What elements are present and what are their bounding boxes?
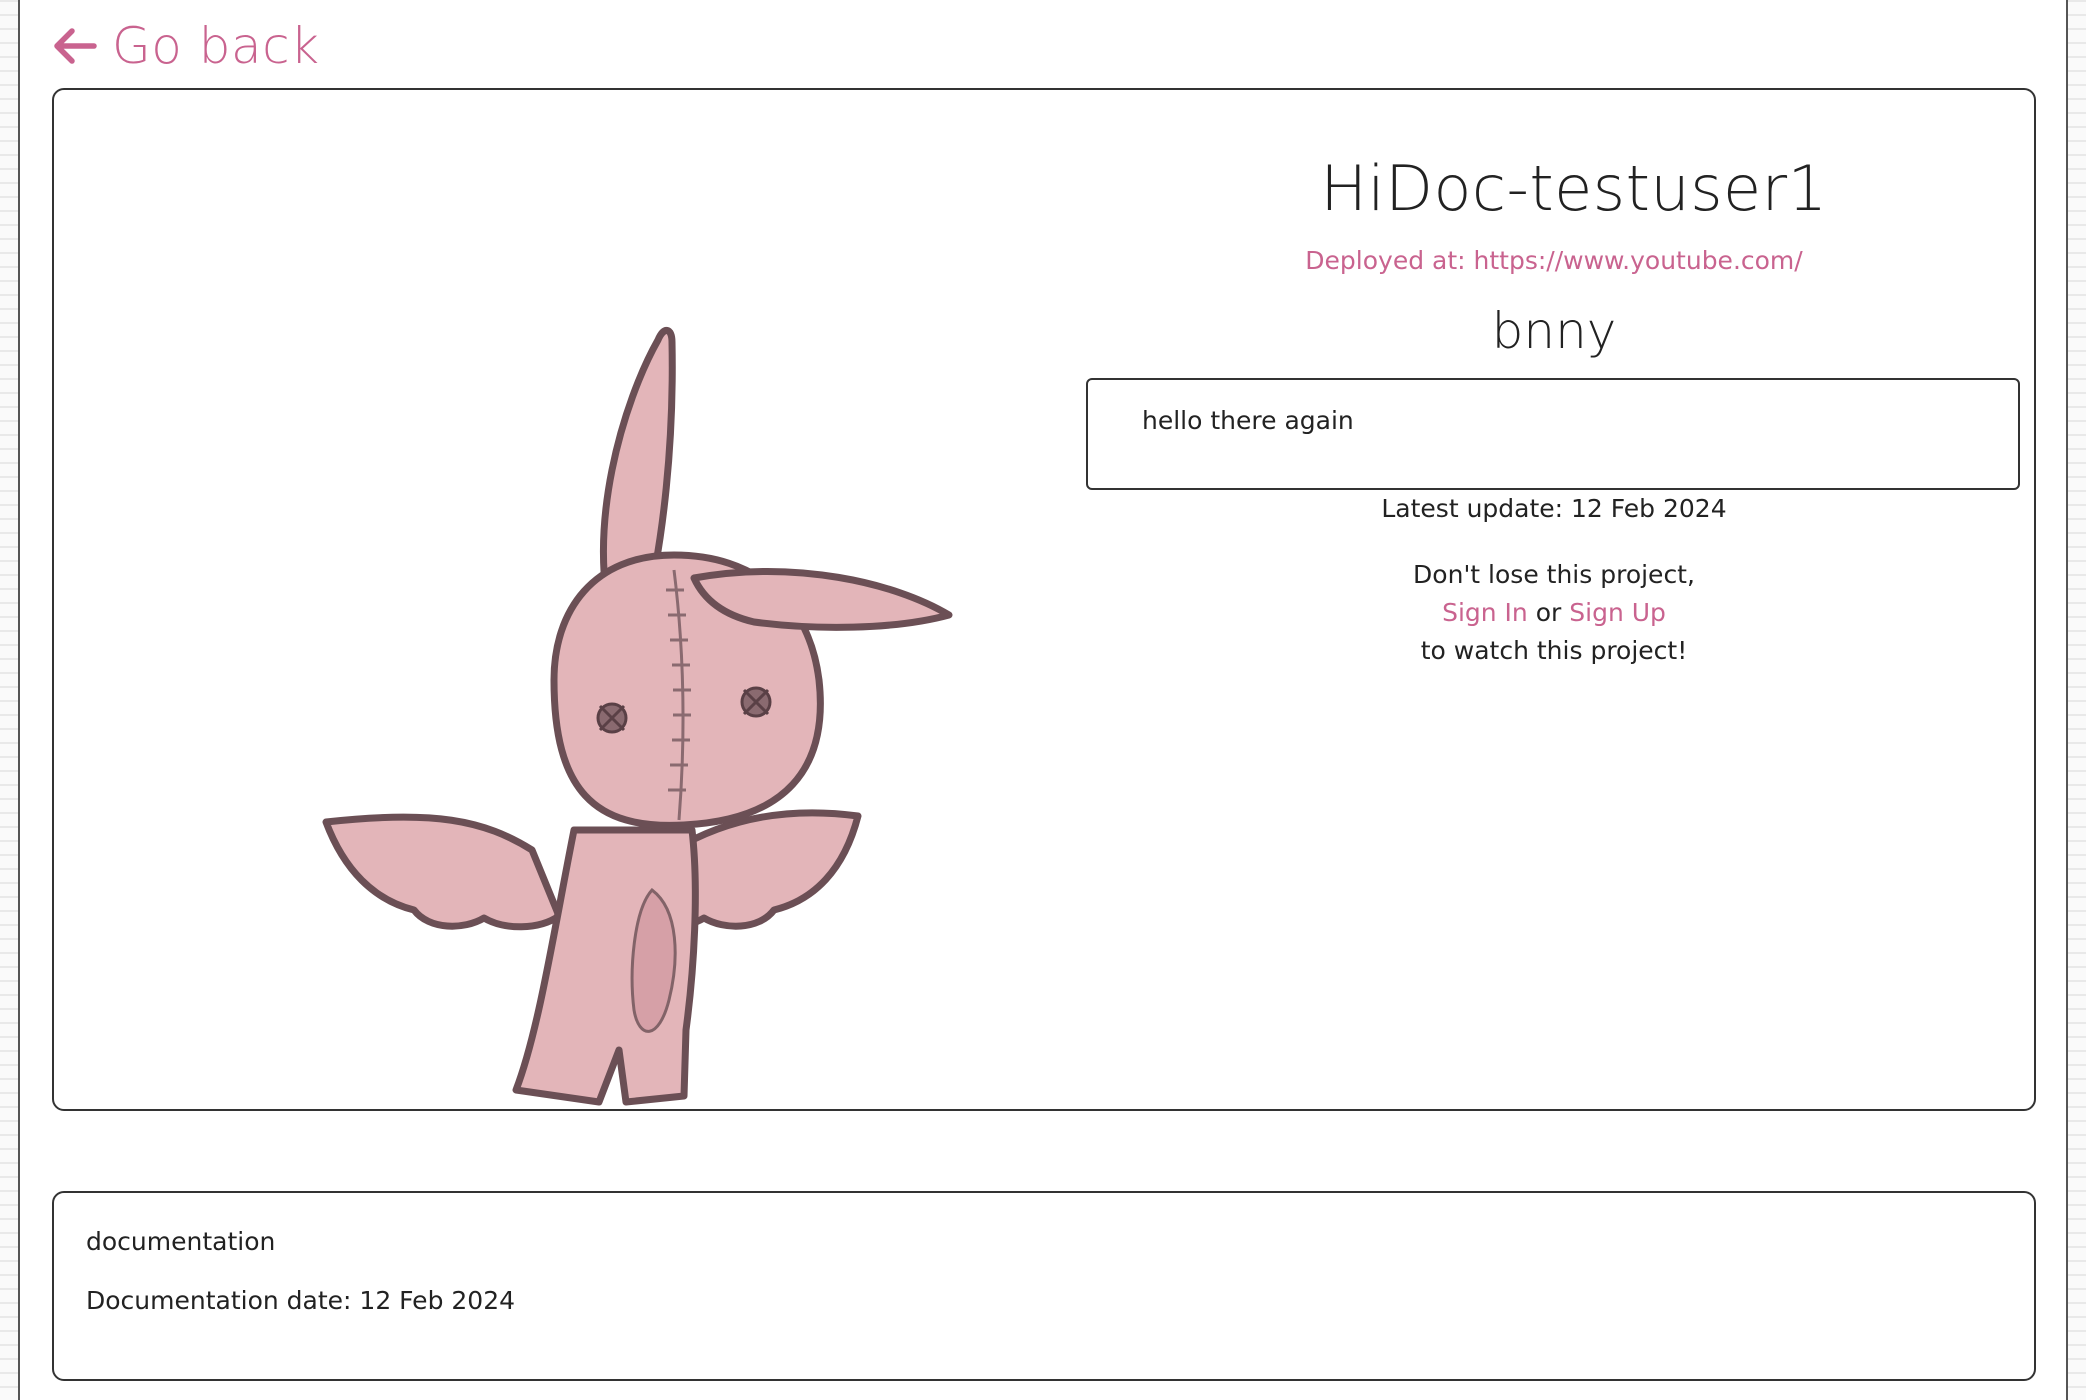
bunny-left-wing	[322, 813, 563, 931]
documentation-card: documentation Documentation date: 12 Feb…	[52, 1191, 2036, 1381]
latest-update: Latest update: 12 Feb 2024	[1381, 494, 1727, 523]
project-info: HiDoc-testuser1 Deployed at: https://www…	[1084, 90, 2024, 1090]
deployed-link[interactable]: Deployed at: https://www.youtube.com/	[1084, 246, 2024, 275]
arrow-left-icon	[54, 28, 97, 64]
project-subtitle: bnny	[1491, 302, 1617, 360]
left-page-edge	[0, 0, 20, 1400]
page: Go back HiDoc-testuser1 Deployed at: htt…	[0, 0, 2086, 1400]
or-text: or	[1535, 598, 1562, 627]
signin-line-1: Don't lose this project,	[1413, 560, 1695, 589]
go-back-label: Go back	[112, 17, 320, 75]
project-title: HiDoc-testuser1	[1320, 152, 1828, 225]
signin-prompt: Don't lose this project, Sign In or Sign…	[1084, 556, 2024, 670]
signin-line-3: to watch this project!	[1420, 636, 1688, 665]
documentation-text: documentation	[86, 1227, 276, 1256]
description-box: hello there again	[1086, 378, 2020, 490]
sign-in-link[interactable]: Sign In	[1442, 598, 1528, 627]
signin-line-2: Sign In or Sign Up	[1084, 594, 2024, 632]
sign-up-link[interactable]: Sign Up	[1569, 598, 1666, 627]
project-card: HiDoc-testuser1 Deployed at: https://www…	[52, 88, 2036, 1111]
project-image	[322, 327, 953, 1106]
go-back-link[interactable]: Go back	[50, 14, 320, 78]
right-page-edge	[2066, 0, 2086, 1400]
documentation-date: Documentation date: 12 Feb 2024	[86, 1286, 516, 1315]
description-text: hello there again	[1142, 406, 1354, 435]
